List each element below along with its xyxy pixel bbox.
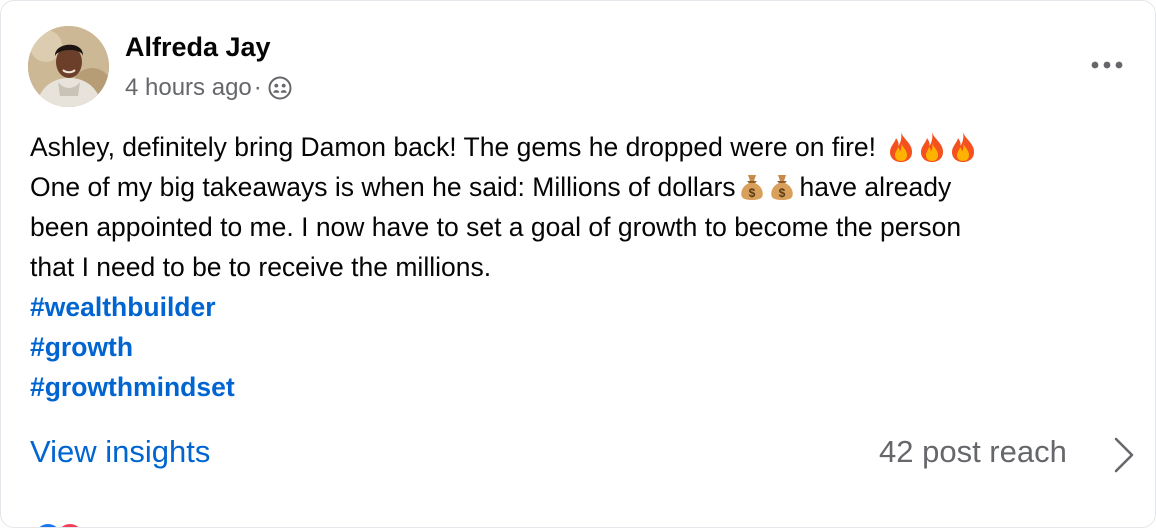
- love-reaction-icon: [55, 522, 85, 527]
- friends-group-icon[interactable]: [268, 76, 292, 100]
- svg-text:$: $: [778, 186, 785, 200]
- post-line: that I need to be to receive the million…: [30, 247, 1140, 287]
- more-options-button[interactable]: [1087, 51, 1127, 79]
- post-line: One of my big takeaways is when he said:…: [30, 167, 1140, 207]
- hashtag-link[interactable]: #growthmindset: [30, 367, 1140, 407]
- post-text-line-2b: have already: [799, 172, 952, 202]
- chevron-right-icon[interactable]: [1110, 435, 1138, 475]
- post-reach[interactable]: 42 post reach: [879, 434, 1067, 470]
- post-body: Ashley, definitely bring Damon back! The…: [30, 127, 1140, 407]
- meta-separator: ·: [253, 74, 262, 101]
- post-text-line-2a: One of my big takeaways is when he said:…: [30, 172, 736, 202]
- post-text-line-3: been appointed to me. I now have to set …: [30, 212, 962, 242]
- fire-emoji: [921, 132, 944, 162]
- post-text-line-4: that I need to be to receive the million…: [30, 252, 492, 282]
- author-name[interactable]: Alfreda Jay: [125, 32, 271, 63]
- hashtag-link[interactable]: #wealthbuilder: [30, 287, 1140, 327]
- hashtag-link[interactable]: #growth: [30, 327, 1140, 367]
- post-card: Alfreda Jay 4 hours ago · Ashley, defini…: [0, 0, 1156, 528]
- author-avatar[interactable]: [28, 26, 109, 107]
- like-reaction-icon: [33, 522, 63, 527]
- fire-emoji: [952, 132, 975, 162]
- post-timestamp[interactable]: 4 hours ago: [125, 74, 252, 102]
- post-text-line-1: Ashley, definitely bring Damon back! The…: [30, 132, 877, 162]
- view-insights-link[interactable]: View insights: [30, 434, 210, 470]
- post-line: been appointed to me. I now have to set …: [30, 207, 1140, 247]
- post-line: Ashley, definitely bring Damon back! The…: [30, 127, 1140, 167]
- post-meta: 4 hours ago ·: [125, 74, 292, 102]
- reaction-icons[interactable]: [33, 522, 85, 527]
- fire-emoji: [890, 132, 913, 162]
- svg-text:$: $: [748, 186, 755, 200]
- more-horizontal-icon: [1091, 61, 1123, 69]
- money-bag-emoji: $: [740, 175, 763, 200]
- money-bag-emoji: $: [770, 175, 793, 200]
